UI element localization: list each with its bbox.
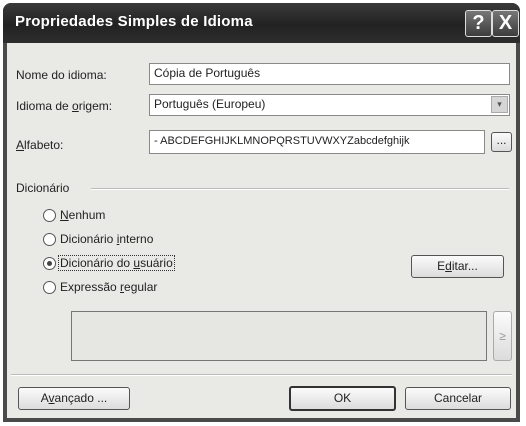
source-language-label: Idioma de origem: — [16, 99, 112, 113]
radio-regex-label: Expressão regular — [60, 280, 157, 294]
radio-internal-pre: Dicionário — [60, 232, 117, 246]
source-language-label-pre: Idioma de — [16, 99, 73, 113]
radio-none-label: Nenhum — [60, 208, 105, 222]
radio-none[interactable] — [43, 209, 56, 222]
group-divider — [91, 188, 509, 190]
advanced-button[interactable]: Avançado ... — [18, 387, 130, 410]
edit-post: itar... — [451, 259, 478, 273]
radio-internal-label: Dicionário interno — [60, 232, 153, 246]
chevron-down-icon[interactable]: ▾ — [491, 96, 508, 113]
radio-regex[interactable] — [43, 281, 56, 294]
footer-divider — [11, 374, 512, 376]
radio-user-dictionary-label: Dicionário do usuário — [58, 255, 175, 271]
alphabet-label-key: A — [16, 138, 25, 152]
dictionary-group-label: Dicionário — [16, 181, 70, 195]
language-name-label: Nome do idioma: — [16, 68, 107, 82]
close-button[interactable]: X — [492, 10, 519, 37]
radio-internal[interactable] — [43, 233, 56, 246]
radio-none-post: enhum — [68, 208, 106, 222]
edit-pre: E — [437, 259, 446, 273]
alphabet-input[interactable]: - ABCDEFGHIJKLMNOPQRSTUVWXYZabcdefghijk — [149, 130, 485, 154]
language-name-value: Cópia de Português — [154, 66, 261, 80]
radio-user-dictionary[interactable] — [43, 257, 56, 270]
edit-button[interactable]: Editar... — [411, 255, 504, 278]
source-language-label-post: rigem: — [78, 99, 113, 113]
dialog-window: Propriedades Simples de Idioma ? X Nome … — [3, 3, 520, 422]
help-icon: ? — [472, 12, 485, 34]
source-language-value: Português (Europeu) — [154, 97, 266, 111]
help-button[interactable]: ? — [465, 10, 492, 37]
radio-user-pre: Dicionário do — [60, 256, 134, 270]
dialog-client: Nome do idioma: Cópia de Português Idiom… — [7, 43, 516, 418]
advanced-post: ançado ... — [54, 391, 108, 405]
alphabet-value: - ABCDEFGHIJKLMNOPQRSTUVWXYZabcdefghijk — [154, 135, 410, 147]
regex-menu-button[interactable]: ≥ — [493, 311, 512, 361]
source-language-select[interactable]: Português (Europeu) ▾ — [149, 94, 510, 116]
alphabet-label-post: lfabeto: — [24, 138, 64, 152]
cancel-button[interactable]: Cancelar — [405, 387, 511, 410]
regex-textarea[interactable] — [71, 311, 487, 361]
alphabet-label: Alfabeto: — [16, 138, 63, 152]
alphabet-browse-button[interactable]: ... — [491, 132, 512, 152]
ok-button[interactable]: OK — [289, 386, 396, 411]
advanced-pre: A — [40, 391, 49, 405]
close-icon: X — [498, 12, 513, 34]
radio-regex-pre: Expressão — [60, 280, 121, 294]
radio-regex-post: egular — [124, 280, 158, 294]
window-title: Propriedades Simples de Idioma — [15, 13, 253, 30]
radio-internal-post: nterno — [119, 232, 154, 246]
radio-none-key: N — [60, 208, 69, 222]
title-bar[interactable]: Propriedades Simples de Idioma ? X — [3, 3, 520, 43]
radio-user-post: suário — [140, 256, 173, 270]
edit-key: d — [445, 259, 452, 273]
source-language-label-key: o — [72, 99, 79, 113]
language-name-input[interactable]: Cópia de Português — [149, 63, 510, 85]
radio-selected-dot — [47, 261, 52, 266]
